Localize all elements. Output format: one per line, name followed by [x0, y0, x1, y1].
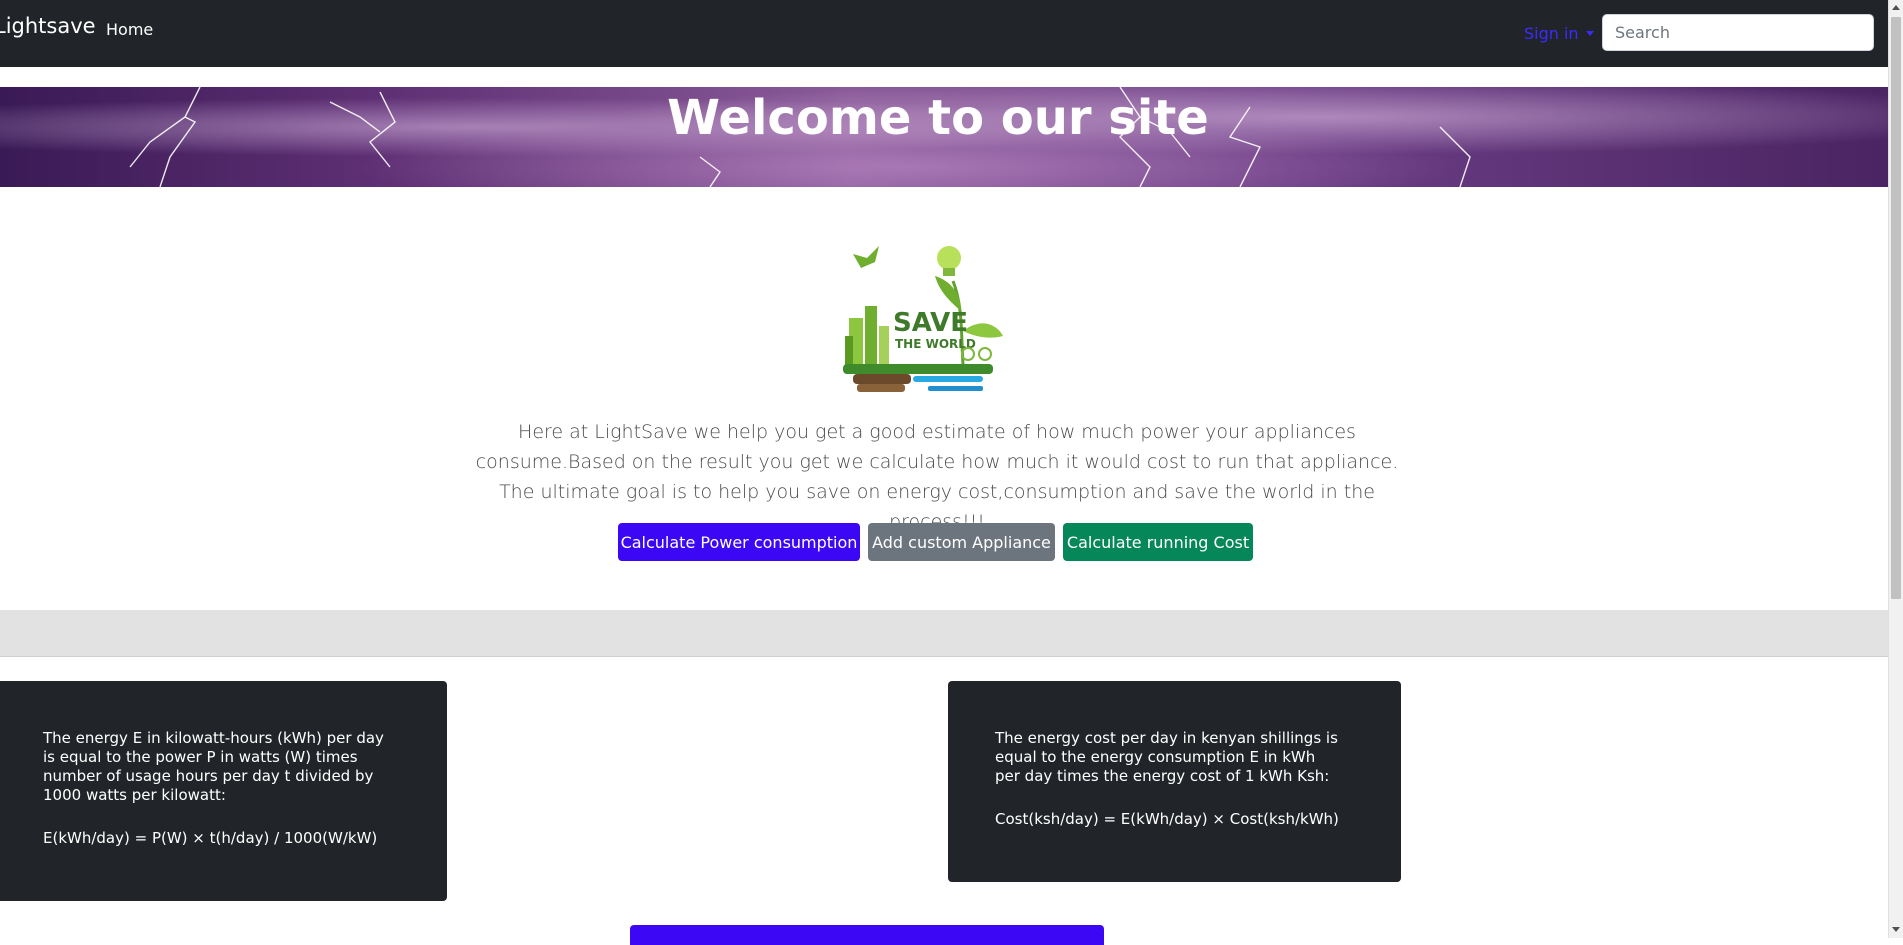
caret-down-icon: [1585, 31, 1594, 36]
logo-text-save: SAVE: [893, 308, 968, 338]
energy-formula: E(kWh/day) = P(W) × t(h/day) / 1000(W/kW…: [43, 829, 378, 847]
signin-label: Sign in: [1524, 24, 1579, 43]
scroll-down-icon[interactable]: [1892, 927, 1900, 932]
hero-banner: Welcome to our site: [0, 87, 1888, 187]
energy-formula-card: The energy E in kilowatt-hours (kWh) per…: [0, 681, 447, 901]
calculate-power-button[interactable]: Calculate Power consumption: [618, 523, 860, 561]
energy-description: The energy E in kilowatt-hours (kWh) per…: [43, 729, 384, 804]
brand-link[interactable]: Lightsave: [0, 14, 96, 38]
cost-formula-card: The energy cost per day in kenyan shilli…: [948, 681, 1401, 882]
signin-dropdown[interactable]: Sign in: [1524, 24, 1594, 43]
top-navbar: Lightsave Home Sign in: [0, 0, 1903, 67]
calculate-cost-button[interactable]: Calculate running Cost: [1063, 523, 1253, 561]
bottom-action-button[interactable]: [630, 925, 1104, 945]
cost-description: The energy cost per day in kenyan shilli…: [995, 729, 1338, 785]
save-the-world-logo: SAVE THE WORLD: [843, 246, 1003, 392]
search-input[interactable]: [1602, 14, 1874, 51]
vertical-scrollbar[interactable]: [1888, 0, 1903, 938]
add-custom-appliance-button[interactable]: Add custom Appliance: [868, 523, 1055, 561]
cost-formula: Cost(ksh/day) = E(kWh/day) × Cost(ksh/kW…: [995, 810, 1339, 828]
scroll-up-icon[interactable]: [1892, 5, 1900, 10]
nav-home-link[interactable]: Home: [106, 20, 153, 39]
hero-title: Welcome to our site: [667, 90, 1209, 146]
section-divider: [0, 610, 1888, 657]
intro-paragraph: Here at LightSave we help you get a good…: [475, 421, 1399, 533]
scrollbar-thumb[interactable]: [1891, 17, 1901, 599]
